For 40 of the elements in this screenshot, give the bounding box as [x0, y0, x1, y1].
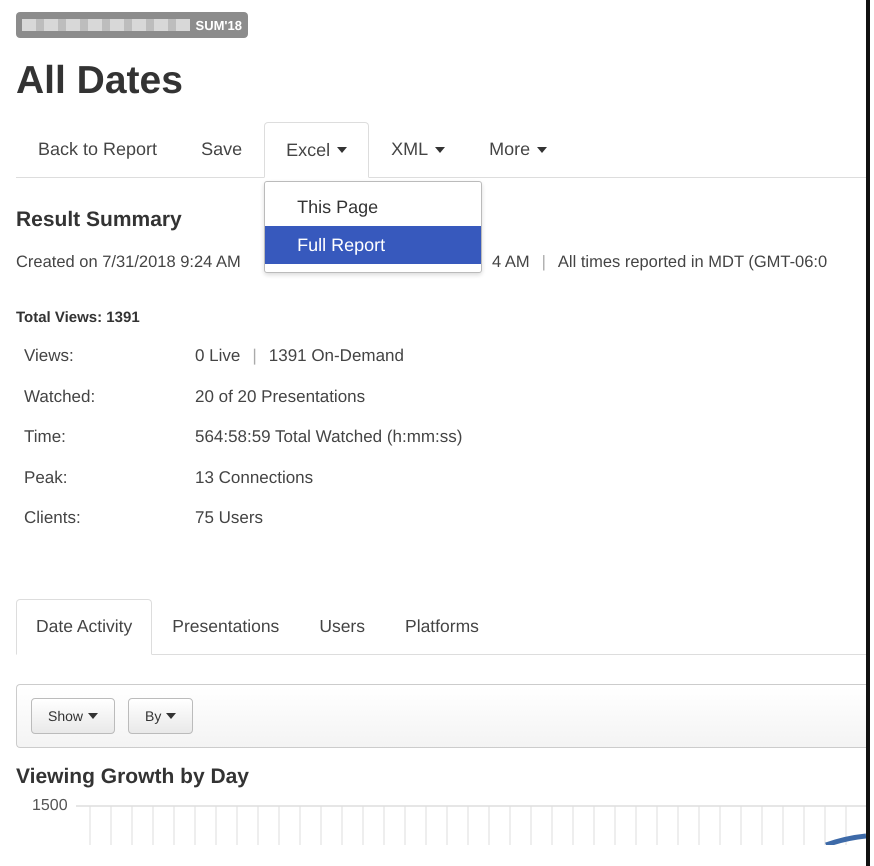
section-heading: Result Summary [16, 207, 182, 233]
tab[interactable]: Users [299, 598, 386, 654]
stat-value: 20 of 20 Presentations [195, 386, 366, 407]
page-title: All Dates [16, 58, 184, 104]
nav-tab[interactable]: Excel [264, 122, 370, 178]
nav-tab[interactable]: Back to Report [16, 122, 180, 177]
menu-item[interactable]: Full Report [265, 226, 482, 264]
tab[interactable]: Date Activity [16, 598, 152, 654]
separator: | [542, 253, 546, 272]
nav-tab[interactable]: Save [179, 122, 264, 177]
stat-label: Watched: [24, 386, 96, 407]
caret-icon [537, 146, 548, 152]
nav-tab[interactable]: More [467, 122, 570, 177]
stat-value: 0 Live [195, 346, 240, 366]
axis-tick-label: 1500 [31, 796, 69, 814]
stat-label: Clients: [24, 508, 82, 528]
caret-icon [337, 147, 348, 153]
chart-title: Viewing Growth by Day [16, 764, 250, 790]
timezone-text: All times reported in MDT (GMT-06:0 [558, 253, 828, 272]
menu-item[interactable]: This Page [265, 188, 482, 226]
stat-label: Views: [24, 346, 75, 366]
stat-value: 75 Users [195, 508, 264, 528]
tab[interactable]: Presentations [152, 598, 300, 654]
created-text: Created on 7/31/2018 9:24 AM [16, 253, 242, 272]
stat-value: 13 Connections [195, 468, 314, 488]
created-text: 4 AM [492, 253, 530, 272]
stat-value: 1391 On-Demand [268, 346, 404, 366]
stat-value: 564:58:59 Total Watched (h:mm:ss) [195, 427, 462, 448]
total-views: Total Views: 1391 [16, 309, 141, 326]
caret-icon [435, 146, 446, 152]
nav-tab[interactable]: XML [369, 122, 468, 177]
stat-label: Time: [24, 427, 67, 448]
separator: | [252, 346, 257, 366]
tab[interactable]: Platforms [385, 598, 499, 654]
stat-label: Peak: [24, 468, 68, 488]
caret-icon [88, 712, 98, 718]
dropdown-button[interactable]: By [128, 698, 194, 734]
badge-label: SUM'18 [196, 18, 242, 32]
caret-icon [166, 712, 176, 718]
dropdown-button[interactable]: Show [31, 698, 116, 734]
